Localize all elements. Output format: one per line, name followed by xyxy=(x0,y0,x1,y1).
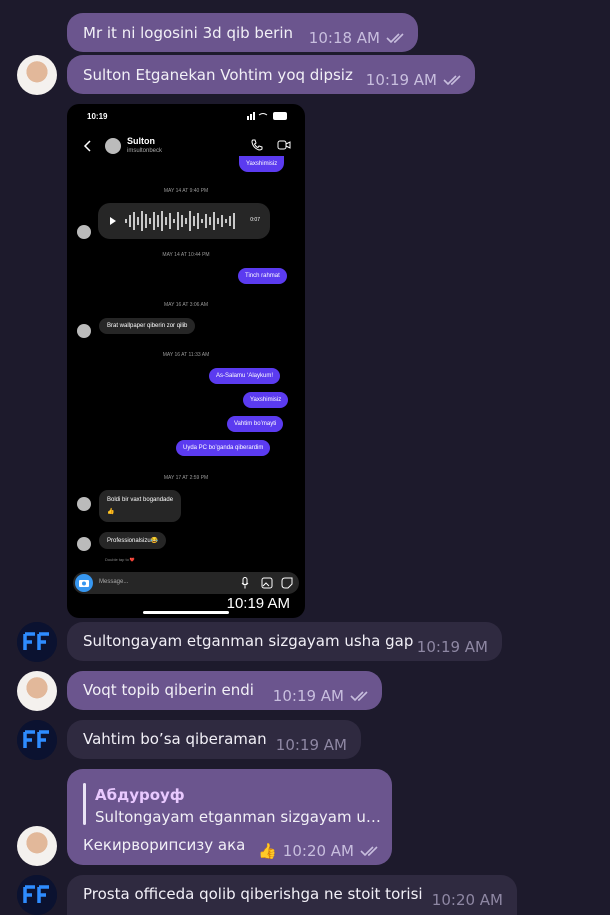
avatar[interactable] xyxy=(17,875,57,915)
message-bubble[interactable]: Prosta officeda qolib qiberishga ne stoi… xyxy=(67,875,517,915)
status-time: 10:19 xyxy=(87,112,108,121)
message-meta: 10:19 AM xyxy=(366,70,465,90)
message-bubble[interactable]: Voqt topib qiberin endi 10:19 AM xyxy=(67,671,382,710)
voice-duration: 0:07 xyxy=(250,217,260,223)
reply-text: Sultongayam etganman sizgayam u… xyxy=(95,808,381,826)
reply-author: Абдуроуф xyxy=(95,786,185,804)
message-time: 10:18 AM xyxy=(308,29,380,47)
ff-logo-icon xyxy=(17,720,57,760)
contact-avatar xyxy=(105,138,121,154)
message-text: Sultongayam etganman sizgayam usha gap xyxy=(83,632,414,650)
avatar[interactable] xyxy=(17,671,57,711)
message-bubble[interactable]: Sulton Etganekan Vohtim yoq dipsiz 10:19… xyxy=(67,55,475,94)
ff-logo-icon xyxy=(17,875,57,915)
phone-icon[interactable] xyxy=(251,139,263,151)
camera-icon[interactable] xyxy=(75,574,93,592)
message-placeholder: Message... xyxy=(99,579,129,585)
status-icons xyxy=(247,112,287,120)
double-tap-hint: Double tap to ❤️ xyxy=(105,557,135,562)
contact-username: imsultonbeck xyxy=(127,148,163,154)
message-text: Voqt topib qiberin endi xyxy=(83,681,254,699)
shot-message: Uyda PC bo’ganda qiberardim xyxy=(176,440,271,456)
message-time: 10:19 AM xyxy=(416,638,488,656)
message-time: 10:20 AM xyxy=(431,891,503,909)
waveform xyxy=(125,211,235,231)
shot-message: Tinch rahmat xyxy=(238,268,287,284)
reply-bar xyxy=(83,783,86,825)
sender-avatar xyxy=(77,324,91,338)
avatar[interactable] xyxy=(17,720,57,760)
shot-message: Professionalsizu😂 xyxy=(99,532,167,549)
shot-message: Vahtim bo’mayti xyxy=(227,416,284,432)
shot-message: Boldi bir vaxt bogandade 👍 xyxy=(99,490,182,522)
message-text: Vahtim bo’sa qiberaman xyxy=(83,730,267,748)
chat-area: Mr it ni logosini 3d qib berin 10:18 AM … xyxy=(0,0,610,915)
ff-logo-icon xyxy=(17,622,57,662)
reaction-emoji[interactable]: 👍 xyxy=(258,841,277,861)
sender-avatar xyxy=(77,497,91,511)
double-check-icon xyxy=(386,33,404,44)
message-meta: 👍 10:20 AM xyxy=(258,841,382,861)
avatar[interactable] xyxy=(17,55,57,95)
message-time: 10:19 AM xyxy=(275,736,347,754)
message-bubble[interactable]: Sultongayam etganman sizgayam usha gap 1… xyxy=(67,622,502,661)
contact-name: Sulton xyxy=(127,136,155,146)
sender-avatar xyxy=(77,537,91,551)
shot-message: As-Salamu ‘Alaykum! xyxy=(209,368,281,384)
microphone-icon[interactable] xyxy=(241,577,249,589)
sender-avatar xyxy=(77,225,91,239)
message-meta: 10:19 AM xyxy=(417,637,488,657)
avatar[interactable] xyxy=(17,826,57,866)
date-separator: MAY 14 AT 9:40 PM xyxy=(163,188,209,194)
message-bubble[interactable]: Vahtim bo’sa qiberaman 10:19 AM xyxy=(67,720,361,759)
message-time: 10:19 AM xyxy=(226,595,290,612)
screenshot-image[interactable]: 10:19 Sulton imsultonbeck Yaxshimisiz MA… xyxy=(67,104,305,618)
message-text: Sulton Etganekan Vohtim yoq dipsiz xyxy=(83,66,353,84)
thumbs-up-emoji: 👍 xyxy=(107,509,115,515)
back-arrow-icon[interactable] xyxy=(83,140,91,152)
date-separator: MAY 17 AT 2:59 PM xyxy=(163,475,209,481)
message-meta: 10:19 AM xyxy=(273,686,372,706)
double-check-icon xyxy=(350,691,368,702)
voice-message: 0:07 xyxy=(98,203,270,239)
date-separator: MAY 14 AT 10:44 PM xyxy=(162,252,210,258)
shot-message-text: Boldi bir vaxt bogandade xyxy=(107,497,174,503)
message-time: 10:19 AM xyxy=(365,71,437,89)
double-check-icon xyxy=(443,75,461,86)
video-call-icon[interactable] xyxy=(277,140,291,150)
shot-message: Yaxshimisiz xyxy=(239,156,285,172)
home-indicator xyxy=(143,611,229,614)
message-input-bar[interactable]: Message... xyxy=(73,572,299,594)
sticker-icon[interactable] xyxy=(281,577,293,589)
message-bubble[interactable]: Mr it ni logosini 3d qib berin 10:18 AM xyxy=(67,13,418,52)
message-meta: 10:19 AM xyxy=(276,735,347,755)
message-time: 10:20 AM xyxy=(282,842,354,860)
play-icon xyxy=(110,217,116,225)
shot-message: Yaxshimisiz xyxy=(243,392,289,408)
message-text: Кекирворипсизу ака xyxy=(83,836,246,854)
message-meta: 10:18 AM xyxy=(309,28,408,48)
double-check-icon xyxy=(360,846,378,857)
gallery-icon[interactable] xyxy=(261,577,273,589)
message-time: 10:19 AM xyxy=(272,687,344,705)
message-text: Prosta officeda qolib qiberishga ne stoi… xyxy=(83,885,423,903)
shot-message: Brat wallpaper qiberin zor qilib xyxy=(99,318,196,334)
date-separator: MAY 16 AT 11:33 AM xyxy=(162,352,210,358)
date-separator: MAY 16 AT 3:06 AM xyxy=(163,302,209,308)
message-meta: 10:20 AM xyxy=(432,890,503,910)
message-bubble[interactable]: Абдуроуф Sultongayam etganman sizgayam u… xyxy=(67,769,392,865)
avatar[interactable] xyxy=(17,622,57,662)
message-text: Mr it ni logosini 3d qib berin xyxy=(83,24,294,42)
